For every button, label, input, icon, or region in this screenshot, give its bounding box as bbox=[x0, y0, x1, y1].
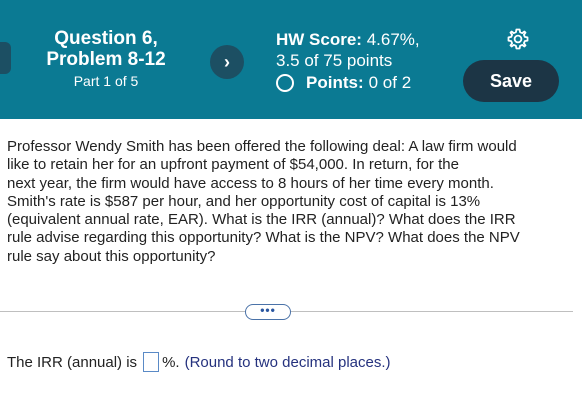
hw-score-label: HW Score: bbox=[276, 30, 362, 49]
hw-score-value: 4.67%, bbox=[366, 30, 420, 49]
expand-more-button[interactable]: ••• bbox=[245, 304, 291, 320]
part-indicator: Part 1 of 5 bbox=[73, 73, 139, 89]
question-text: Professor Wendy Smith has been offered t… bbox=[7, 138, 572, 266]
question-line: rule say about this opportunity? bbox=[7, 247, 216, 265]
gear-icon[interactable] bbox=[506, 27, 530, 51]
question-line: rule advise regarding this opportunity? … bbox=[7, 229, 520, 247]
question-line: (equivalent annual rate, EAR). What is t… bbox=[7, 211, 516, 229]
question-line: Professor Wendy Smith has been offered t… bbox=[7, 138, 517, 155]
hw-points: 3.5 of 75 points bbox=[276, 51, 393, 70]
rounding-hint: (Round to two decimal places.) bbox=[184, 353, 391, 371]
points-value: 0 of 2 bbox=[368, 73, 412, 92]
answer-suffix: %. bbox=[162, 353, 180, 371]
hw-score: HW Score: 4.67%, 3.5 of 75 points bbox=[276, 29, 420, 71]
chevron-right-icon: › bbox=[224, 51, 230, 72]
status-circle-icon bbox=[276, 74, 294, 92]
points-label: Points: bbox=[306, 73, 364, 92]
problem-number: Problem 8-12 bbox=[46, 49, 166, 70]
question-line: next year, the firm would have access to… bbox=[7, 174, 494, 192]
answer-row: The IRR (annual) is %. (Round to two dec… bbox=[7, 352, 391, 372]
previous-question-tab[interactable] bbox=[0, 42, 11, 74]
answer-prefix: The IRR (annual) is bbox=[7, 353, 138, 371]
irr-answer-input[interactable] bbox=[143, 352, 160, 372]
next-question-button[interactable]: › bbox=[210, 45, 244, 79]
save-button[interactable]: Save bbox=[463, 60, 559, 102]
header-bar: Question 6, Problem 8-12 Part 1 of 5 › H… bbox=[0, 0, 582, 119]
question-line: Smith's rate is $587 per hour, and her o… bbox=[7, 192, 481, 210]
question-title: Question 6, Problem 8-12 bbox=[28, 28, 184, 70]
question-points: Points: 0 of 2 bbox=[276, 73, 411, 93]
question-number: Question 6, bbox=[54, 28, 158, 49]
question-line: like to retain her for an upfront paymen… bbox=[7, 156, 459, 174]
